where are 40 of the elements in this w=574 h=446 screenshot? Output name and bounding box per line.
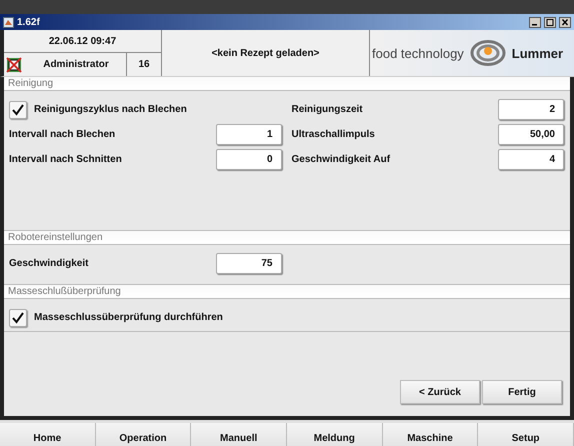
maximize-icon[interactable] [544, 16, 556, 28]
close-icon[interactable] [559, 16, 571, 28]
action-button[interactable]: < Zurück [400, 380, 480, 404]
input-field[interactable]: 4 [498, 149, 564, 170]
date-time: 22.06.12 09:47 [48, 36, 116, 46]
nav-button[interactable]: Setup [478, 423, 574, 446]
window-title: 1.62f [17, 16, 40, 28]
field-label: Ultraschallimpuls [292, 129, 376, 140]
nav-button[interactable]: Manuell [191, 423, 287, 446]
app-icon [3, 16, 14, 28]
field-label: Intervall nach Blechen [9, 129, 116, 140]
user-level: 16 [138, 59, 150, 70]
checkbox-label: Masseschlussüberprüfung durchführen [34, 312, 224, 323]
field-label: Intervall nach Schnitten [9, 154, 123, 165]
checkbox[interactable] [9, 308, 27, 326]
user-status-icon [6, 56, 22, 72]
nav-button[interactable]: Operation [96, 423, 192, 446]
input-field[interactable]: 1 [216, 124, 282, 145]
input-field[interactable]: 2 [498, 99, 564, 120]
minimize-icon[interactable] [529, 16, 541, 28]
nav-button[interactable]: Home [0, 423, 96, 446]
checkbox[interactable] [9, 100, 27, 118]
brand-name: Lummer [512, 46, 564, 60]
checkbox-label: Reinigungszyklus nach Blechen [34, 104, 188, 115]
field-label: Geschwindigkeit Auf [292, 154, 392, 165]
user-name: Administrator [43, 59, 109, 70]
action-button[interactable]: Fertig [482, 380, 562, 404]
input-field[interactable]: 0 [216, 149, 282, 170]
input-field[interactable]: 50,00 [498, 124, 564, 145]
field-label: Geschwindigkeit [9, 258, 90, 269]
nav-button[interactable]: Maschine [382, 423, 478, 446]
field-label: Reinigungszeit [292, 104, 364, 115]
section-title: Robotereinstellungen [8, 232, 103, 243]
recipe-status: <kein Rezept geladen> [212, 48, 320, 58]
section-title: Masseschlußüberprüfung [8, 286, 121, 297]
section-title: Reinigung [8, 78, 54, 89]
logo-icon [470, 40, 506, 66]
input-field[interactable]: 75 [216, 253, 282, 274]
brand-text: food technology [372, 46, 464, 60]
nav-button[interactable]: Meldung [286, 423, 383, 446]
